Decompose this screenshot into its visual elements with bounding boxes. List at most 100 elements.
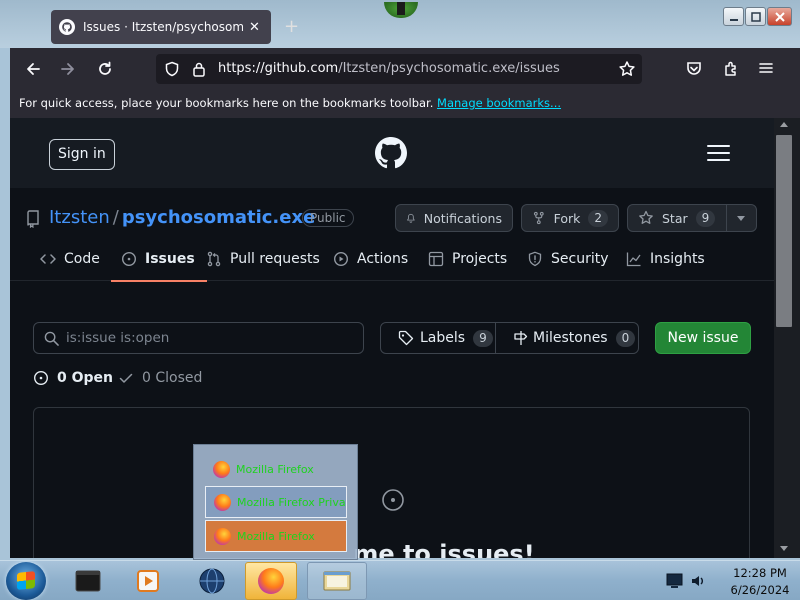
taskbar-media-player[interactable] [122,562,174,600]
tab-insights[interactable]: Insights [626,237,705,281]
sign-in-button[interactable]: Sign in [49,139,115,170]
issues-search-value: is:issue is:open [66,330,170,346]
scroll-up-icon[interactable] [780,122,788,127]
issue-opened-icon [121,251,137,267]
issues-toolbar: is:issue is:open Labels 9 Milestones 0 N… [10,308,774,368]
pull-request-icon [207,251,221,267]
popup-item-label: Mozilla Firefox [236,462,314,476]
reload-icon[interactable] [96,60,114,78]
milestones-label: Milestones [533,330,608,346]
media-player-icon [137,570,159,592]
tab-code[interactable]: Code [40,237,100,281]
shield-alert-icon [528,251,542,267]
mobile-menu-icon[interactable] [707,145,730,166]
repo-separator: / [112,207,119,228]
bell-icon [407,213,415,223]
new-issue-button[interactable]: New issue [655,322,751,354]
clock-time: 12:28 PM [733,566,787,580]
taskbar-browser-globe[interactable] [186,562,238,600]
taskbar-firefox[interactable] [245,562,297,600]
tab-issues[interactable]: Issues [111,237,207,282]
table-icon [428,251,444,267]
tab-title: Issues · Itzsten/psychosomatic.exe [83,20,243,34]
firefox-window: Issues · Itzsten/psychosomatic.exe ✕ + h… [10,4,800,558]
maximize-button[interactable] [745,7,766,26]
labels-button[interactable]: Labels 9 [398,323,493,353]
tag-icon [398,330,414,346]
github-logo-icon[interactable] [375,137,407,169]
play-circle-icon [333,251,349,267]
system-clock[interactable]: 12:28 PM 6/26/2024 [719,565,800,599]
closed-issues-link[interactable]: 0 Closed [118,370,202,386]
repo-icon [27,210,39,228]
code-icon [40,254,56,264]
seg-divider [495,323,496,353]
notifications-button[interactable]: Notifications [395,204,513,232]
star-button[interactable]: Star 9 [627,204,757,232]
notifications-label: Notifications [423,210,502,226]
bookmark-star-icon[interactable] [618,60,636,78]
issues-search-input[interactable]: is:issue is:open [33,322,364,354]
scrollbar-thumb[interactable] [776,135,792,327]
app-menu-icon[interactable] [758,60,774,76]
tab-actions[interactable]: Actions [333,237,408,281]
star-dropdown-icon[interactable] [737,216,745,221]
back-arrow-icon[interactable] [24,60,42,78]
repo-owner-link[interactable]: Itzsten [49,207,110,228]
github-favicon-icon [59,19,75,35]
network-icon[interactable] [666,573,684,589]
popup-item-firefox-active[interactable]: Mozilla Firefox [205,520,347,552]
github-page: Sign in Itzsten / psychosomatic.exe Public… [10,118,774,558]
bookmarks-hint: For quick access, place your bookmarks h… [19,96,434,110]
open-issues-link[interactable]: 0 Open [33,370,113,386]
popup-item-firefox[interactable]: Mozilla Firefox [205,453,347,485]
start-button[interactable] [6,562,46,600]
fork-icon [533,211,544,225]
extensions-icon[interactable] [722,60,740,78]
check-icon [119,373,133,383]
graph-icon [626,252,641,267]
taskbar-cmd[interactable] [62,562,114,600]
tab-code-label: Code [64,251,100,267]
fork-button[interactable]: Fork 2 [521,204,619,232]
fork-count: 2 [588,209,608,227]
pocket-icon[interactable] [685,60,703,78]
popup-item-label: Mozilla Firefox Private [237,495,347,509]
issues-blankslate: me to issues! [33,407,750,558]
lock-icon[interactable] [192,61,206,77]
forward-arrow-icon[interactable] [59,60,77,78]
url-bar[interactable]: https://github.com/Itzsten/psychosomatic… [156,54,642,84]
minimize-button[interactable] [723,7,744,26]
page-scrollbar[interactable] [774,118,800,558]
tab-projects[interactable]: Projects [428,237,507,281]
folder-window-icon [323,571,351,591]
star-divider [726,205,727,231]
shield-icon[interactable] [164,61,180,77]
new-tab-icon[interactable]: + [284,16,299,37]
tab-strip: Issues · Itzsten/psychosomatic.exe ✕ + [10,4,800,48]
popup-item-label: Mozilla Firefox [237,529,315,543]
browser-tab-issues[interactable]: Issues · Itzsten/psychosomatic.exe ✕ [51,10,271,44]
tab-insights-label: Insights [650,251,705,267]
tab-close-icon[interactable]: ✕ [249,20,260,35]
taskbar-explorer[interactable] [307,562,367,600]
volume-icon[interactable] [690,572,708,590]
manage-bookmarks-link[interactable]: Manage bookmarks... [437,96,561,110]
system-tray: 12:28 PM 6/26/2024 [660,561,800,600]
firefox-icon [258,568,284,594]
scroll-down-icon[interactable] [780,546,788,551]
tab-pull-requests-label: Pull requests [230,251,320,267]
repo-title: Itzsten / psychosomatic.exe [49,207,315,228]
milestones-button[interactable]: Milestones 0 [513,323,636,353]
tab-security-label: Security [551,251,609,267]
popup-item-firefox-private[interactable]: Mozilla Firefox Private [205,486,347,518]
fork-label: Fork [553,210,581,226]
globe-icon [199,568,225,594]
tab-security[interactable]: Security [527,237,609,281]
tab-pull-requests[interactable]: Pull requests [206,237,320,281]
repo-name-link[interactable]: psychosomatic.exe [122,207,315,228]
close-window-button[interactable] [767,7,792,26]
milestones-count: 0 [615,329,636,347]
url-host: https://github.com [218,61,339,76]
navigation-toolbar: https://github.com/Itzsten/psychosomatic… [10,48,800,90]
